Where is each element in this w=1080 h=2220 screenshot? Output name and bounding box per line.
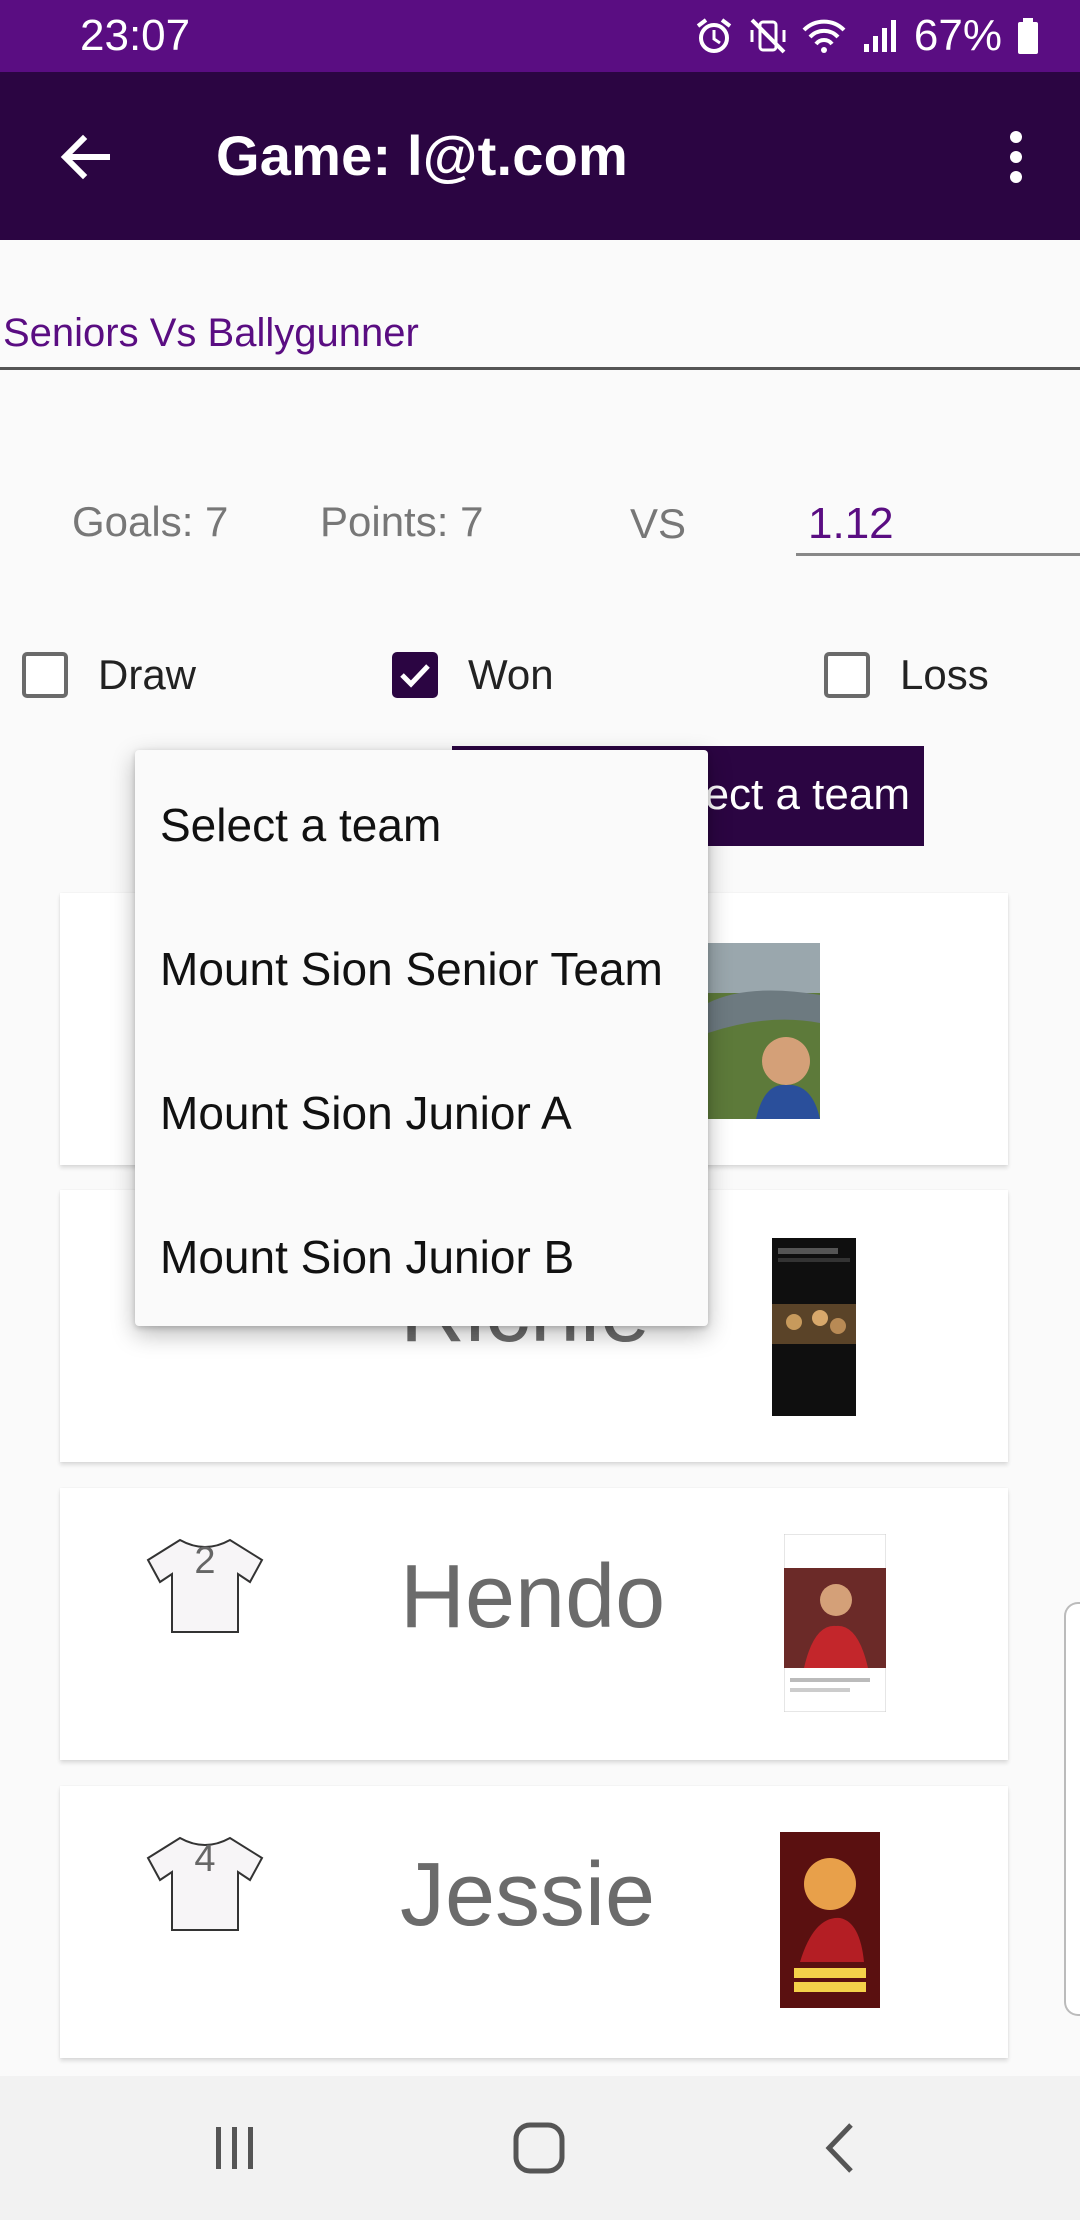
team-option[interactable]: Mount Sion Junior B (135, 1182, 708, 1326)
player-card[interactable]: 2 Hendo (60, 1488, 1008, 1760)
home-button[interactable] (494, 2112, 584, 2184)
won-checkbox-box (392, 652, 438, 698)
signal-icon (863, 20, 896, 52)
select-team-spinner-label: ect a team (704, 770, 910, 819)
overflow-menu-button[interactable] (976, 112, 1056, 202)
draw-checkbox-box (22, 652, 68, 698)
mute-vibrate-icon (750, 18, 786, 54)
battery-icon (1018, 18, 1038, 54)
page-title: Game: l@t.com (216, 124, 628, 187)
status-time: 23:07 (80, 11, 191, 60)
goals-label: Goals: 7 (72, 498, 229, 545)
arrow-back-icon (60, 134, 110, 180)
draw-label: Draw (98, 651, 197, 698)
draw-checkbox[interactable]: Draw (22, 645, 196, 705)
back-button[interactable] (40, 112, 130, 202)
alarm-icon (696, 18, 732, 53)
more-vert-icon (1010, 131, 1022, 183)
jersey-icon: 2 (140, 1536, 270, 1636)
team-option-label: Mount Sion Junior B (160, 1231, 575, 1283)
opponent-score-input[interactable]: 1.12 (796, 495, 1080, 556)
vs-label: VS (630, 500, 687, 547)
loss-label: Loss (900, 651, 989, 698)
loss-checkbox[interactable]: Loss (824, 645, 989, 705)
system-nav-bar (0, 2076, 1080, 2220)
player-photo (708, 943, 820, 1119)
recents-button[interactable] (190, 2112, 280, 2184)
team-option-label: Mount Sion Junior A (160, 1087, 572, 1139)
won-label: Won (468, 651, 554, 698)
won-checkbox[interactable]: Won (392, 645, 554, 705)
status-bar: 23:07 67% (0, 0, 1080, 72)
app-bar: Game: l@t.com (0, 72, 1080, 240)
home-icon (513, 2122, 565, 2174)
jersey-number: 4 (194, 1838, 216, 1880)
team-dropdown-menu: Select a team Mount Sion Senior Team Mou… (135, 750, 708, 1326)
check-icon (400, 664, 430, 688)
game-name-input[interactable]: Seniors Vs Ballygunner (0, 305, 1080, 370)
points-label: Points: 7 (320, 498, 484, 545)
jersey-number: 2 (194, 1540, 216, 1582)
game-name-value: Seniors Vs Ballygunner (3, 311, 419, 355)
jersey-icon: 4 (140, 1834, 270, 1934)
player-photo (772, 1238, 856, 1416)
team-option[interactable]: Mount Sion Junior A (135, 1038, 708, 1182)
team-option-label: Mount Sion Senior Team (160, 943, 663, 995)
battery-percentage: 67% (913, 11, 1002, 60)
opponent-score-value: 1.12 (808, 499, 894, 548)
player-photo (784, 1534, 886, 1712)
chevron-left-icon (825, 2123, 853, 2173)
team-option[interactable]: Select a team (135, 750, 708, 894)
player-name: Hendo (400, 1547, 666, 1647)
player-card[interactable]: 4 Jessie (60, 1786, 1008, 2058)
system-back-button[interactable] (796, 2112, 886, 2184)
team-option-label: Select a team (160, 799, 442, 851)
status-icons: 67% (694, 12, 1040, 60)
player-name: Jessie (400, 1845, 656, 1945)
recents-icon (216, 2127, 253, 2169)
player-photo (780, 1832, 880, 2008)
loss-checkbox-box (824, 652, 870, 698)
scroll-handle[interactable] (1064, 1602, 1080, 2016)
wifi-icon (802, 19, 846, 53)
team-option[interactable]: Mount Sion Senior Team (135, 894, 708, 1038)
